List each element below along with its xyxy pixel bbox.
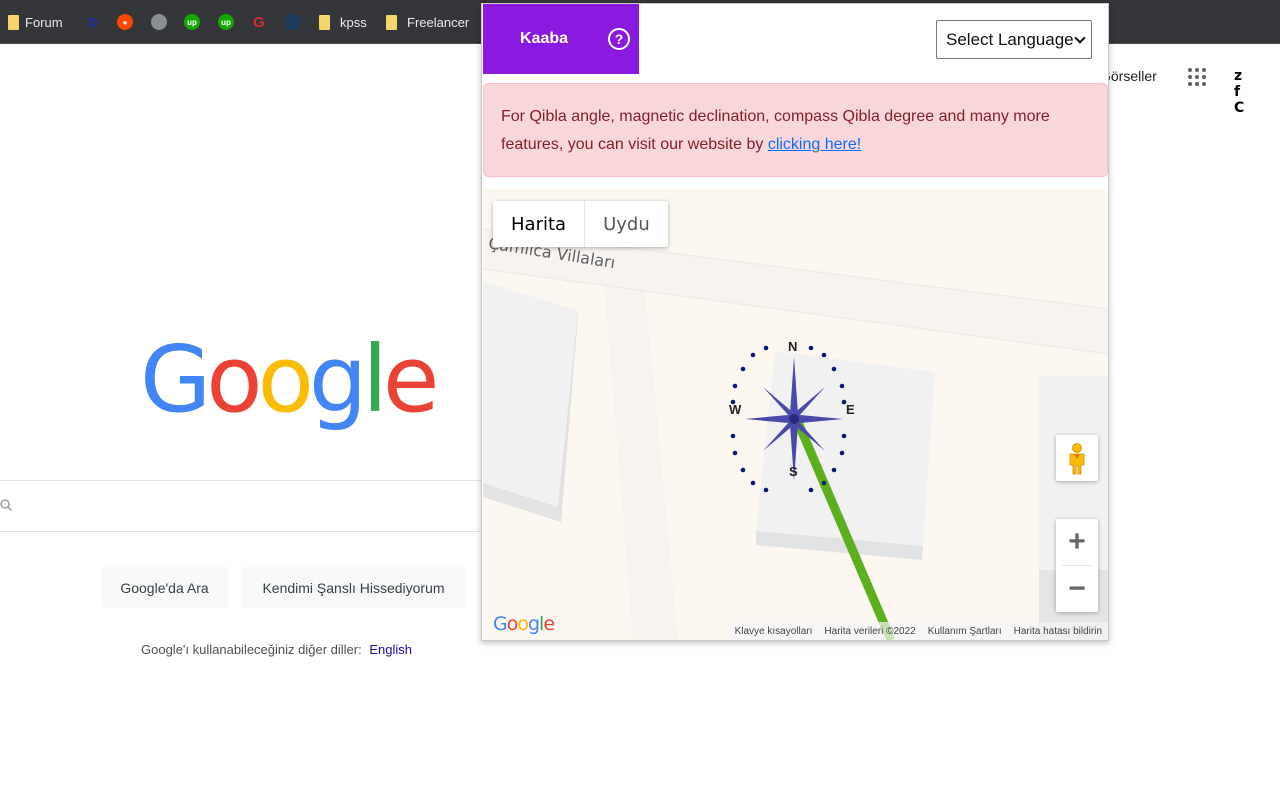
logo-letter: l — [362, 326, 387, 433]
map-type-control: Harita Uydu — [493, 201, 668, 247]
map-type-satellite-button[interactable]: Uydu — [585, 201, 668, 247]
help-icon[interactable]: ? — [608, 28, 630, 50]
language-select-value: Select Language — [946, 29, 1074, 49]
map-data-credit: Harita verileri ©2022 — [824, 625, 916, 637]
logo-letter: e — [382, 326, 440, 433]
globe-icon — [151, 14, 167, 30]
logo-letter: o — [257, 326, 314, 433]
zoom-out-button[interactable]: − — [1056, 566, 1098, 612]
folder-icon — [319, 14, 330, 30]
disney-icon: D — [88, 14, 98, 30]
terms-link[interactable]: Kullanım Şartları — [922, 626, 1008, 637]
folder-icon — [386, 14, 397, 30]
reddit-icon: ● — [117, 14, 133, 30]
account-avatar[interactable]: z f C — [1234, 68, 1244, 116]
language-offer: Google'ı kullanabileceğiniz diğer diller… — [141, 642, 412, 657]
map-google-logo[interactable]: Google — [493, 613, 555, 635]
pegman-icon — [1069, 443, 1085, 475]
bookmark-forum[interactable]: Forum — [8, 11, 63, 33]
chevron-down-icon — [1074, 32, 1086, 44]
kaaba-extension-popup: Kaaba ? Select Language For Qibla angle,… — [481, 3, 1109, 641]
language-prompt: Google'ı kullanabileceğiniz diğer diller… — [141, 642, 362, 657]
zoom-control: + − — [1056, 519, 1098, 612]
popup-title: Kaaba — [520, 30, 569, 47]
bookmark-kpss[interactable]: kpss — [319, 11, 367, 33]
language-select[interactable]: Select Language — [936, 20, 1092, 59]
search-icon — [0, 499, 12, 511]
website-link[interactable]: clicking here! — [768, 136, 861, 153]
zoom-in-button[interactable]: + — [1056, 519, 1098, 565]
google-search-button[interactable]: Google'da Ara — [101, 567, 228, 608]
apps-grid-icon[interactable] — [1188, 68, 1206, 86]
info-alert: For Qibla angle, magnetic declination, c… — [483, 83, 1108, 177]
keyboard-shortcuts-link[interactable]: Klavye kısayolları — [729, 626, 819, 637]
bookmark-disney[interactable]: D — [85, 11, 101, 33]
google-logo: Google — [140, 326, 440, 433]
street-view-pegman-button[interactable] — [1056, 435, 1098, 481]
search-input[interactable] — [0, 480, 500, 532]
qibla-map[interactable]: g Çamlıca Villaları N E S W Harita Uydu … — [483, 189, 1108, 640]
compass-south-label: S — [789, 464, 798, 479]
bookmark-upwork-2[interactable]: up — [218, 11, 234, 33]
bookmark-g-red[interactable]: G — [251, 11, 267, 33]
compass-north-label: N — [788, 339, 798, 354]
compass-east-label: E — [846, 402, 855, 417]
map-type-map-button[interactable]: Harita — [493, 201, 586, 247]
logo-letter: g — [308, 326, 367, 433]
bookmark-globe[interactable] — [151, 11, 167, 33]
logo-letter: o — [206, 326, 262, 433]
bookmark-upwork-1[interactable]: up — [184, 11, 200, 33]
report-error-link[interactable]: Harita hatası bildirin — [1008, 626, 1108, 637]
upwork-icon: up — [218, 14, 234, 30]
chat-bubble-icon — [285, 14, 301, 30]
bookmark-freelancer[interactable]: Freelancer — [386, 11, 469, 33]
folder-icon — [8, 14, 19, 30]
language-link-english[interactable]: English — [369, 642, 412, 657]
feeling-lucky-button[interactable]: Kendimi Şanslı Hissediyorum — [241, 567, 466, 608]
logo-letter: G — [140, 326, 211, 433]
compass-west-label: W — [729, 402, 742, 417]
g-red-icon: G — [253, 13, 265, 31]
bookmark-reddit[interactable]: ● — [117, 11, 133, 33]
popup-header-tab: Kaaba ? — [483, 4, 639, 74]
bookmark-chat[interactable] — [285, 11, 301, 33]
map-footer: Klavye kısayolları Harita verileri ©2022… — [728, 622, 1108, 640]
upwork-icon: up — [184, 14, 200, 30]
